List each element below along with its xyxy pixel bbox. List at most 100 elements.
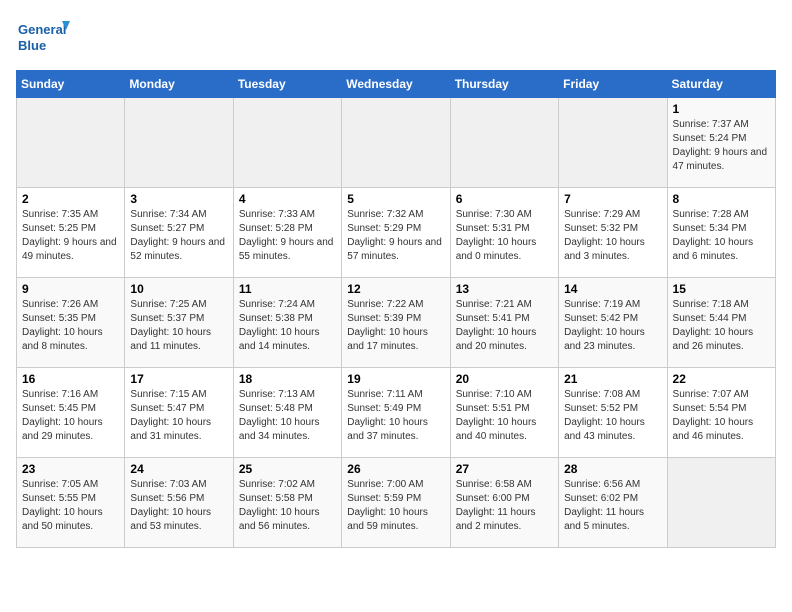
day-info: Sunrise: 7:05 AM Sunset: 5:55 PM Dayligh…	[22, 478, 119, 534]
day-info: Sunrise: 7:21 AM Sunset: 5:41 PM Dayligh…	[456, 298, 553, 354]
weekday-header-row: SundayMondayTuesdayWednesdayThursdayFrid…	[17, 71, 776, 98]
svg-text:General: General	[18, 22, 66, 37]
day-cell: 11 Sunrise: 7:24 AM Sunset: 5:38 PM Dayli…	[233, 278, 341, 368]
day-cell: 23 Sunrise: 7:05 AM Sunset: 5:55 PM Dayli…	[17, 458, 125, 548]
day-cell	[342, 98, 450, 188]
day-info: Sunrise: 7:22 AM Sunset: 5:39 PM Dayligh…	[347, 298, 444, 354]
day-cell: 13Sunrise: 7:21 AM Sunset: 5:41 PM Dayli…	[450, 278, 558, 368]
day-cell: 22 Sunrise: 7:07 AM Sunset: 5:54 PM Dayli…	[667, 368, 775, 458]
day-number: 28	[564, 462, 661, 476]
day-cell: 9 Sunrise: 7:26 AM Sunset: 5:35 PM Daylig…	[17, 278, 125, 368]
day-number: 1	[673, 102, 770, 116]
day-number: 27	[456, 462, 553, 476]
day-cell: 3 Sunrise: 7:34 AM Sunset: 5:27 PM Daylig…	[125, 188, 233, 278]
day-info: Sunrise: 7:08 AM Sunset: 5:52 PM Dayligh…	[564, 388, 661, 444]
week-row-1: 1Sunrise: 7:37 AM Sunset: 5:24 PM Daylig…	[17, 98, 776, 188]
day-cell: 25 Sunrise: 7:02 AM Sunset: 5:58 PM Dayli…	[233, 458, 341, 548]
weekday-header-monday: Monday	[125, 71, 233, 98]
day-cell	[125, 98, 233, 188]
day-number: 11	[239, 282, 336, 296]
week-row-3: 9 Sunrise: 7:26 AM Sunset: 5:35 PM Daylig…	[17, 278, 776, 368]
day-number: 5	[347, 192, 444, 206]
day-number: 23	[22, 462, 119, 476]
week-row-4: 16 Sunrise: 7:16 AM Sunset: 5:45 PM Dayli…	[17, 368, 776, 458]
day-cell: 24 Sunrise: 7:03 AM Sunset: 5:56 PM Dayli…	[125, 458, 233, 548]
day-cell: 14 Sunrise: 7:19 AM Sunset: 5:42 PM Dayli…	[559, 278, 667, 368]
day-info: Sunrise: 7:28 AM Sunset: 5:34 PM Dayligh…	[673, 208, 770, 264]
day-cell: 19 Sunrise: 7:11 AM Sunset: 5:49 PM Dayli…	[342, 368, 450, 458]
day-info: Sunrise: 7:32 AM Sunset: 5:29 PM Dayligh…	[347, 208, 444, 264]
day-info: Sunrise: 7:07 AM Sunset: 5:54 PM Dayligh…	[673, 388, 770, 444]
day-info: Sunrise: 7:24 AM Sunset: 5:38 PM Dayligh…	[239, 298, 336, 354]
weekday-header-friday: Friday	[559, 71, 667, 98]
day-cell: 5 Sunrise: 7:32 AM Sunset: 5:29 PM Daylig…	[342, 188, 450, 278]
day-number: 24	[130, 462, 227, 476]
day-info: Sunrise: 7:29 AM Sunset: 5:32 PM Dayligh…	[564, 208, 661, 264]
day-cell: 17 Sunrise: 7:15 AM Sunset: 5:47 PM Dayli…	[125, 368, 233, 458]
day-info: Sunrise: 7:13 AM Sunset: 5:48 PM Dayligh…	[239, 388, 336, 444]
day-info: Sunrise: 7:30 AM Sunset: 5:31 PM Dayligh…	[456, 208, 553, 264]
day-cell: 18 Sunrise: 7:13 AM Sunset: 5:48 PM Dayli…	[233, 368, 341, 458]
day-cell: 12 Sunrise: 7:22 AM Sunset: 5:39 PM Dayli…	[342, 278, 450, 368]
day-cell: 15 Sunrise: 7:18 AM Sunset: 5:44 PM Dayli…	[667, 278, 775, 368]
day-info: Sunrise: 7:25 AM Sunset: 5:37 PM Dayligh…	[130, 298, 227, 354]
day-number: 19	[347, 372, 444, 386]
day-number: 20	[456, 372, 553, 386]
day-info: Sunrise: 7:18 AM Sunset: 5:44 PM Dayligh…	[673, 298, 770, 354]
day-cell: 8 Sunrise: 7:28 AM Sunset: 5:34 PM Daylig…	[667, 188, 775, 278]
day-number: 4	[239, 192, 336, 206]
day-info: Sunrise: 6:58 AM Sunset: 6:00 PM Dayligh…	[456, 478, 553, 534]
day-cell: 20Sunrise: 7:10 AM Sunset: 5:51 PM Dayli…	[450, 368, 558, 458]
day-info: Sunrise: 7:02 AM Sunset: 5:58 PM Dayligh…	[239, 478, 336, 534]
weekday-header-wednesday: Wednesday	[342, 71, 450, 98]
day-cell: 28 Sunrise: 6:56 AM Sunset: 6:02 PM Dayli…	[559, 458, 667, 548]
day-cell: 26Sunrise: 7:00 AM Sunset: 5:59 PM Dayli…	[342, 458, 450, 548]
calendar-table: SundayMondayTuesdayWednesdayThursdayFrid…	[16, 70, 776, 548]
day-cell	[233, 98, 341, 188]
logo-svg: General Blue	[16, 16, 71, 58]
weekday-header-sunday: Sunday	[17, 71, 125, 98]
day-info: Sunrise: 7:16 AM Sunset: 5:45 PM Dayligh…	[22, 388, 119, 444]
day-info: Sunrise: 7:19 AM Sunset: 5:42 PM Dayligh…	[564, 298, 661, 354]
day-cell: 2 Sunrise: 7:35 AM Sunset: 5:25 PM Daylig…	[17, 188, 125, 278]
day-info: Sunrise: 7:33 AM Sunset: 5:28 PM Dayligh…	[239, 208, 336, 264]
day-number: 2	[22, 192, 119, 206]
day-number: 17	[130, 372, 227, 386]
day-cell: 1Sunrise: 7:37 AM Sunset: 5:24 PM Daylig…	[667, 98, 775, 188]
day-info: Sunrise: 6:56 AM Sunset: 6:02 PM Dayligh…	[564, 478, 661, 534]
day-cell	[450, 98, 558, 188]
logo: General Blue	[16, 16, 71, 58]
day-cell	[559, 98, 667, 188]
day-number: 22	[673, 372, 770, 386]
day-number: 15	[673, 282, 770, 296]
week-row-5: 23 Sunrise: 7:05 AM Sunset: 5:55 PM Dayli…	[17, 458, 776, 548]
day-info: Sunrise: 7:03 AM Sunset: 5:56 PM Dayligh…	[130, 478, 227, 534]
day-info: Sunrise: 7:26 AM Sunset: 5:35 PM Dayligh…	[22, 298, 119, 354]
header: General Blue	[16, 16, 776, 58]
svg-text:Blue: Blue	[18, 38, 46, 53]
day-number: 9	[22, 282, 119, 296]
weekday-header-thursday: Thursday	[450, 71, 558, 98]
weekday-header-saturday: Saturday	[667, 71, 775, 98]
day-number: 18	[239, 372, 336, 386]
day-info: Sunrise: 7:35 AM Sunset: 5:25 PM Dayligh…	[22, 208, 119, 264]
day-cell: 21 Sunrise: 7:08 AM Sunset: 5:52 PM Dayli…	[559, 368, 667, 458]
day-cell	[17, 98, 125, 188]
day-cell: 7 Sunrise: 7:29 AM Sunset: 5:32 PM Daylig…	[559, 188, 667, 278]
day-info: Sunrise: 7:11 AM Sunset: 5:49 PM Dayligh…	[347, 388, 444, 444]
day-number: 6	[456, 192, 553, 206]
day-info: Sunrise: 7:15 AM Sunset: 5:47 PM Dayligh…	[130, 388, 227, 444]
day-cell: 27 Sunrise: 6:58 AM Sunset: 6:00 PM Dayli…	[450, 458, 558, 548]
day-number: 10	[130, 282, 227, 296]
day-number: 25	[239, 462, 336, 476]
day-number: 14	[564, 282, 661, 296]
day-number: 7	[564, 192, 661, 206]
day-number: 16	[22, 372, 119, 386]
day-number: 21	[564, 372, 661, 386]
day-cell: 4 Sunrise: 7:33 AM Sunset: 5:28 PM Daylig…	[233, 188, 341, 278]
day-number: 3	[130, 192, 227, 206]
day-number: 8	[673, 192, 770, 206]
day-info: Sunrise: 7:00 AM Sunset: 5:59 PM Dayligh…	[347, 478, 444, 534]
day-info: Sunrise: 7:34 AM Sunset: 5:27 PM Dayligh…	[130, 208, 227, 264]
day-number: 12	[347, 282, 444, 296]
